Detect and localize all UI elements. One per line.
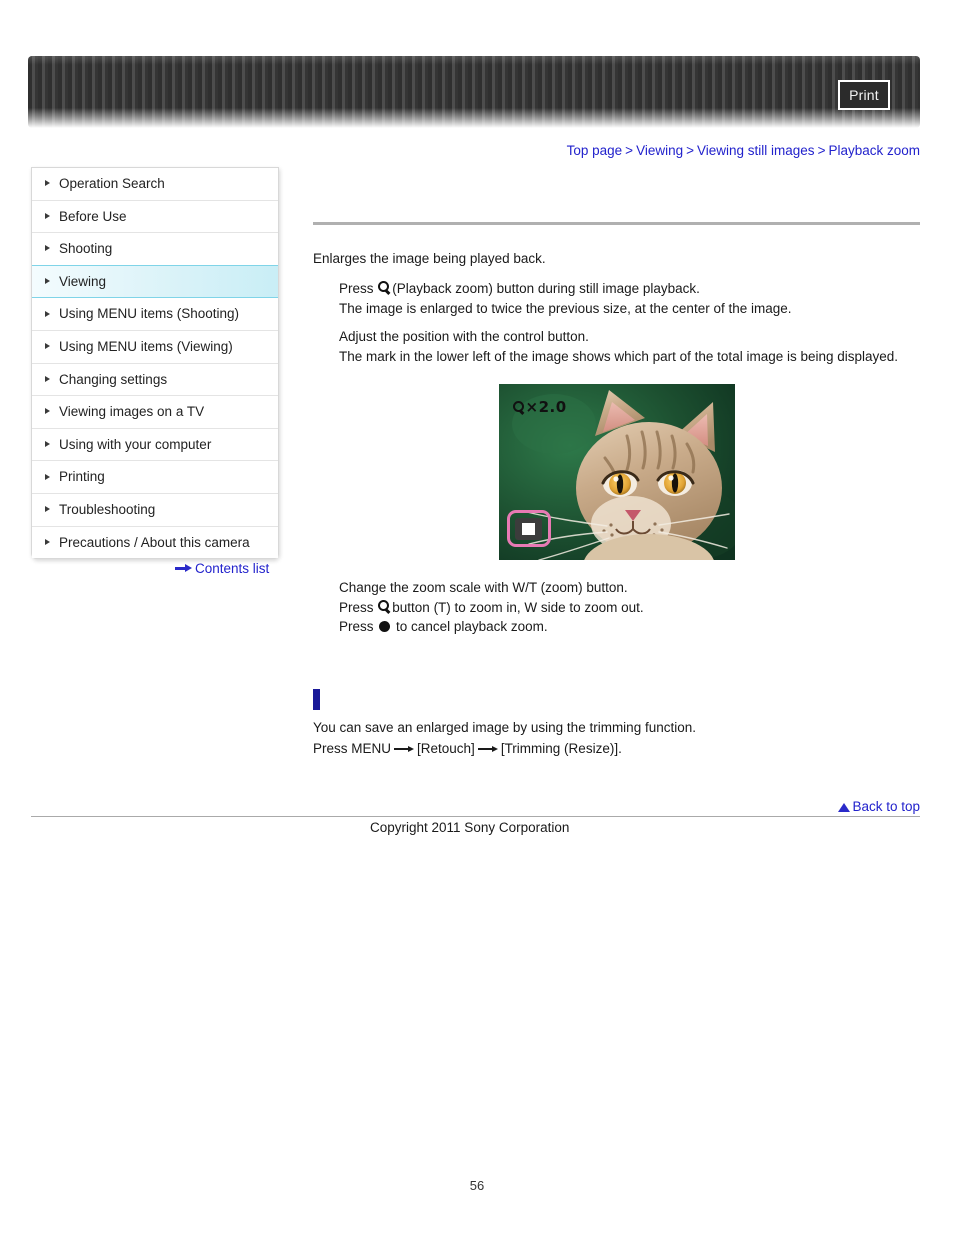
magnifier-icon — [512, 400, 525, 414]
triangle-right-icon — [45, 310, 50, 317]
magnifier-icon — [378, 599, 391, 614]
triangle-right-icon — [45, 473, 50, 480]
zoom-scale-value: ×2.0 — [525, 398, 567, 416]
back-to-top-label: Back to top — [852, 799, 920, 814]
step-1: Press (Playback zoom) button during stil… — [313, 279, 920, 318]
sidebar-item-shooting[interactable]: Shooting — [32, 233, 278, 266]
contents-list-label: Contents list — [195, 560, 270, 576]
sidebar-item-before-use[interactable]: Before Use — [32, 200, 278, 234]
sidebar-navigation: Operation Search Before Use Shooting Vie… — [31, 167, 279, 560]
right-arrow-icon — [394, 744, 415, 754]
sidebar-item-label: Viewing — [59, 273, 107, 289]
step-3-line-3-suffix: to cancel playback zoom. — [396, 619, 548, 634]
step-1-line-2: The image is enlarged to twice the previ… — [339, 300, 792, 316]
step-3-line-3-prefix: Press — [339, 619, 374, 634]
triangle-right-icon — [45, 538, 50, 545]
breadcrumb-item-viewing-still-images[interactable]: Viewing still images — [697, 143, 815, 158]
note-marker-bar — [313, 688, 320, 710]
sidebar-item-label: Operation Search — [59, 176, 165, 191]
sidebar-item-label: Using MENU items (Viewing) — [59, 338, 233, 354]
contents-list-link[interactable]: Contents list — [175, 560, 269, 576]
sidebar-item-using-menu-items-shooting[interactable]: Using MENU items (Shooting) — [32, 298, 278, 331]
note-line-2: Press MENU [Retouch] [Trimming (Resize)]. — [313, 739, 920, 759]
print-button[interactable]: Print — [838, 80, 890, 110]
triangle-right-icon — [45, 408, 50, 415]
sidebar-item-label: Precautions / About this camera — [59, 534, 250, 550]
step-1-line-1: Press (Playback zoom) button during stil… — [339, 279, 920, 299]
triangle-right-icon — [45, 245, 50, 252]
main-content: Enlarges the image being played back. Pr… — [313, 222, 920, 760]
step-3-line-2: Press button (T) to zoom in, W side to z… — [339, 598, 920, 618]
sidebar-item-label: Changing settings — [59, 371, 168, 387]
breadcrumb-item-top-page[interactable]: Top page — [567, 143, 623, 158]
step-3: Change the zoom scale with W/T (zoom) bu… — [313, 578, 920, 637]
note-section: You can save an enlarged image by using … — [313, 688, 920, 759]
right-arrow-icon — [477, 744, 498, 754]
breadcrumb-separator: > — [817, 143, 826, 158]
sidebar-item-label: Shooting — [59, 241, 113, 257]
page-header-banner: Print — [28, 56, 920, 128]
sidebar-item-using-with-your-computer[interactable]: Using with your computer — [32, 428, 278, 462]
sidebar-item-label: Printing — [59, 469, 105, 485]
breadcrumb: Top page > Viewing > Viewing still images > Pl… — [567, 143, 920, 158]
note-line-2-part-2: [Retouch] — [417, 740, 475, 756]
step-3-line-1: Change the zoom scale with W/T (zoom) bu… — [339, 580, 628, 595]
sidebar-item-viewing[interactable]: Viewing — [32, 264, 278, 299]
playback-position-indicator — [506, 510, 551, 547]
triangle-up-icon — [838, 803, 851, 812]
triangle-right-icon — [45, 180, 50, 187]
step-3-line-2-prefix: Press — [339, 599, 374, 615]
page-number: 56 — [469, 1178, 485, 1193]
step-2: Adjust the position with the control but… — [313, 327, 920, 366]
camera-screen-illustration: ×2.0 — [498, 384, 735, 560]
sidebar-item-precautions-about-this-camera[interactable]: Precautions / About this camera — [32, 526, 278, 559]
step-2-line-2: The mark in the lower left of the image … — [339, 348, 899, 364]
sidebar-item-troubleshooting[interactable]: Troubleshooting — [32, 493, 278, 527]
triangle-right-icon — [45, 441, 50, 448]
copyright-text: Copyright 2011 Sony Corporation — [370, 820, 570, 835]
sidebar-item-label: Before Use — [59, 208, 127, 224]
step-3-line-2-suffix: button (T) to zoom in, W side to zoom ou… — [392, 599, 644, 615]
triangle-right-icon — [45, 375, 50, 382]
step-3-line-3: Press to cancel playback zoom. — [339, 617, 920, 637]
position-indicator-core — [522, 522, 535, 535]
triangle-right-icon — [45, 212, 50, 219]
sidebar-item-label: Troubleshooting — [59, 501, 156, 517]
sidebar-item-label: Using with your computer — [59, 436, 212, 452]
lead-paragraph: Enlarges the image being played back. — [313, 251, 546, 266]
triangle-right-icon — [45, 343, 50, 350]
step-1-suffix: (Playback zoom) button during still imag… — [392, 281, 700, 296]
filled-circle-icon — [379, 621, 391, 632]
sidebar-item-label: Using MENU items (Shooting) — [59, 306, 240, 322]
magnifier-icon — [378, 281, 391, 295]
breadcrumb-separator: > — [625, 143, 634, 158]
footer-divider — [31, 816, 920, 817]
breadcrumb-separator: > — [686, 143, 694, 158]
triangle-right-icon — [45, 506, 50, 513]
step-2-line-1: Adjust the position with the control but… — [339, 329, 589, 344]
sidebar-item-changing-settings[interactable]: Changing settings — [32, 363, 278, 397]
note-line-2-part-1: Press MENU — [313, 740, 392, 756]
breadcrumb-item-viewing[interactable]: Viewing — [636, 143, 683, 158]
sidebar-item-printing[interactable]: Printing — [32, 461, 278, 494]
triangle-right-icon — [45, 278, 50, 285]
note-line-2-part-3: [Trimming (Resize)]. — [500, 740, 622, 756]
step-1-prefix: Press — [339, 281, 374, 296]
breadcrumb-item-playback-zoom[interactable]: Playback zoom — [828, 143, 920, 158]
sidebar-item-using-menu-items-viewing[interactable]: Using MENU items (Viewing) — [32, 330, 278, 364]
sidebar-item-operation-search[interactable]: Operation Search — [32, 168, 278, 201]
content-divider — [313, 222, 920, 225]
sidebar-item-label: Viewing images on a TV — [59, 404, 205, 420]
right-arrow-icon — [175, 564, 192, 573]
note-line-1: You can save an enlarged image by using … — [313, 719, 696, 735]
sidebar-item-viewing-images-on-a-tv[interactable]: Viewing images on a TV — [32, 396, 278, 429]
zoom-scale-label: ×2.0 — [512, 398, 567, 416]
back-to-top-link[interactable]: Back to top — [838, 799, 920, 814]
illustration-container: ×2.0 — [313, 384, 920, 560]
position-indicator-frame — [515, 517, 542, 540]
